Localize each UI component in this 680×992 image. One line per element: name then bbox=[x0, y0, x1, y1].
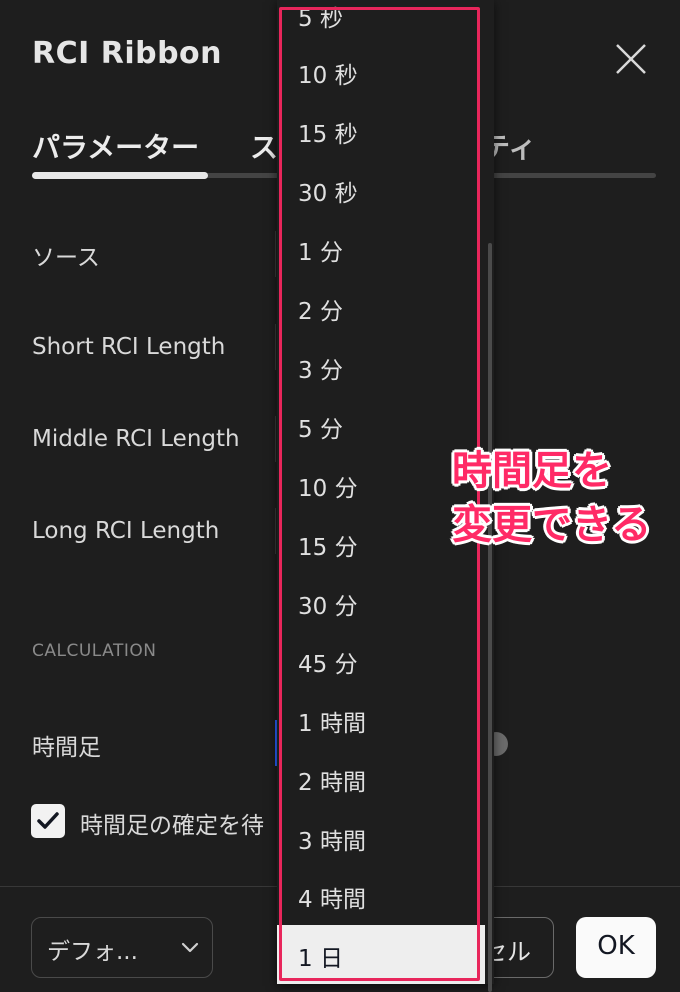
dropdown-option[interactable]: 5 秒 bbox=[277, 0, 485, 44]
short-rci-length-label: Short RCI Length bbox=[32, 334, 226, 360]
section-title: CALCULATION bbox=[32, 641, 157, 661]
long-rci-length-label: Long RCI Length bbox=[32, 518, 220, 544]
wait-confirmation-label: 時間足の確定を待 bbox=[80, 813, 264, 839]
dialog-title: RCI Ribbon bbox=[32, 36, 223, 71]
close-button[interactable] bbox=[612, 40, 650, 78]
checkmark-icon bbox=[37, 812, 59, 829]
wait-confirmation-checkbox[interactable] bbox=[31, 804, 65, 838]
dropdown-option[interactable]: 30 秒 bbox=[277, 160, 485, 219]
middle-length-input-edge[interactable] bbox=[275, 416, 276, 462]
close-icon bbox=[616, 44, 646, 74]
dropdown-option-selected[interactable]: 1 日 bbox=[277, 925, 485, 984]
timeframe-label: 時間足 bbox=[32, 735, 101, 761]
dropdown-option[interactable]: 4 時間 bbox=[277, 866, 485, 925]
dropdown-option[interactable]: 1 分 bbox=[277, 219, 485, 278]
ok-label: OK bbox=[597, 931, 635, 961]
dropdown-option[interactable]: 2 分 bbox=[277, 278, 485, 337]
source-select-edge[interactable] bbox=[275, 231, 276, 277]
annotation-line-1: 時間足を bbox=[452, 448, 612, 494]
dropdown-option[interactable]: 3 時間 bbox=[277, 808, 485, 867]
tab-parameters[interactable]: パラメーター bbox=[32, 126, 199, 166]
short-length-input-edge[interactable] bbox=[275, 324, 276, 370]
defaults-dropdown[interactable]: デフォ... bbox=[31, 917, 213, 978]
dropdown-option[interactable]: 2 時間 bbox=[277, 749, 485, 808]
source-label: ソース bbox=[32, 245, 100, 271]
tab-style[interactable]: ス bbox=[250, 126, 278, 166]
defaults-label: デフォ... bbox=[47, 939, 138, 965]
long-length-input-edge[interactable] bbox=[275, 508, 276, 554]
dropdown-option[interactable]: 1 時間 bbox=[277, 690, 485, 749]
dropdown-option[interactable]: 45 分 bbox=[277, 631, 485, 690]
chevron-down-icon bbox=[181, 942, 199, 953]
annotation-line-2: 変更できる bbox=[452, 502, 652, 548]
dropdown-option[interactable]: 10 秒 bbox=[277, 42, 485, 101]
dropdown-option[interactable]: 30 分 bbox=[277, 573, 485, 632]
dropdown-option[interactable]: 15 秒 bbox=[277, 101, 485, 160]
dropdown-option[interactable]: 3 分 bbox=[277, 337, 485, 396]
active-tab-indicator bbox=[32, 172, 208, 179]
dropdown-scrollbar[interactable] bbox=[488, 243, 492, 992]
middle-rci-length-label: Middle RCI Length bbox=[32, 426, 240, 452]
ok-button[interactable]: OK bbox=[576, 917, 656, 978]
